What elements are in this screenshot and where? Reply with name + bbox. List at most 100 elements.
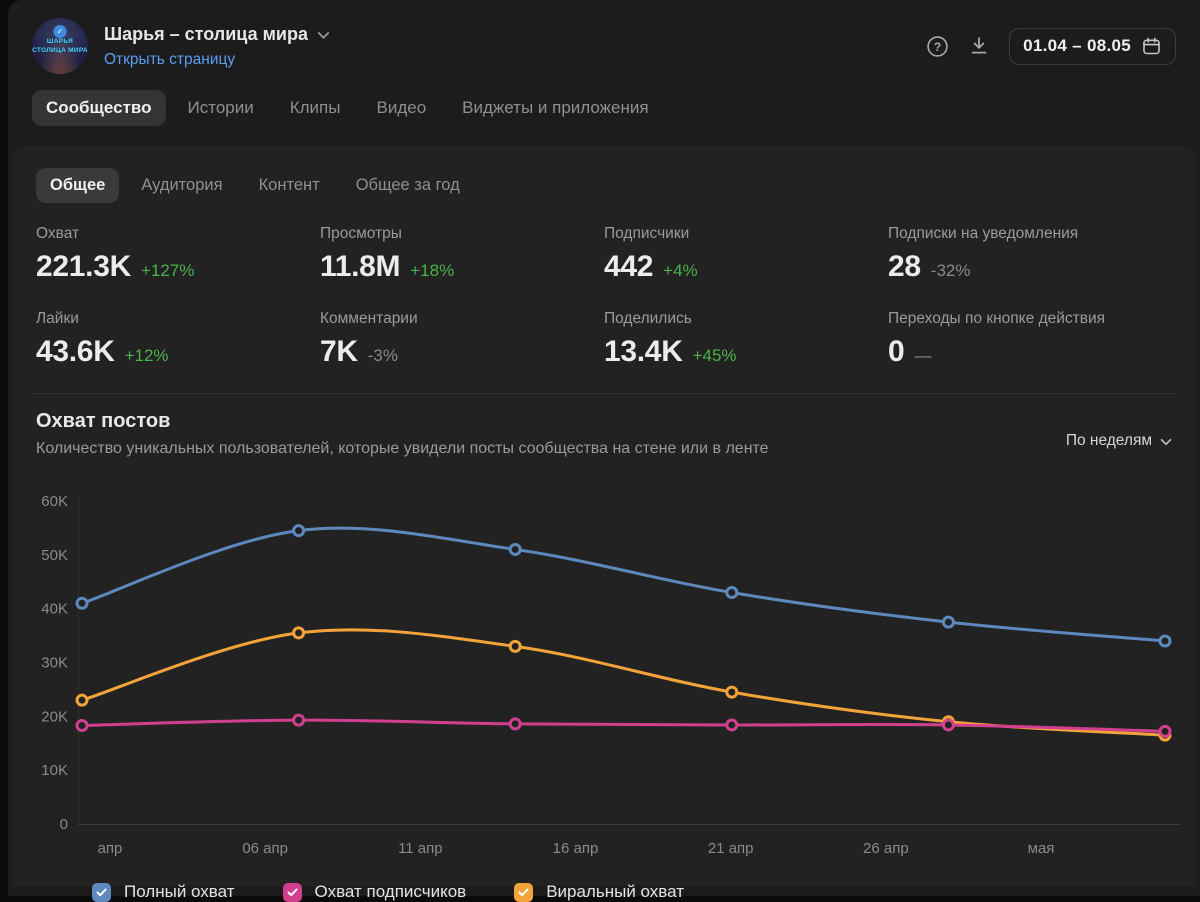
primary-tabs: Сообщество Истории Клипы Видео Виджеты и при… bbox=[8, 90, 1200, 126]
y-tick-label: 60K bbox=[41, 493, 68, 510]
stat-label: Подписчики bbox=[604, 225, 690, 242]
legend-label: Полный охват bbox=[124, 882, 235, 901]
data-point-marker bbox=[941, 615, 955, 629]
x-tick-label: 21 апр bbox=[708, 840, 754, 857]
stat-cell-8: Переходы по кнопке действия 0 — bbox=[888, 310, 1172, 369]
stat-delta: -32% bbox=[930, 261, 971, 280]
chart-title: Охват постов bbox=[36, 410, 171, 432]
tab-primary-5[interactable]: Виджеты и приложения bbox=[448, 90, 662, 126]
chevron-down-icon bbox=[1160, 438, 1172, 446]
series-line-1 bbox=[80, 526, 1167, 643]
stat-label: Просмотры bbox=[320, 225, 402, 242]
stat-value: 43.6K bbox=[36, 335, 115, 368]
legend-checkbox-icon[interactable] bbox=[282, 882, 302, 902]
stat-value: 0 bbox=[888, 335, 905, 368]
legend-item-3[interactable]: Виральный охват bbox=[514, 882, 684, 902]
data-point-marker bbox=[725, 718, 739, 732]
x-tick-label: мая bbox=[1028, 840, 1055, 857]
y-tick-label: 20K bbox=[41, 708, 68, 725]
tab-primary-2[interactable]: Истории bbox=[174, 90, 268, 126]
community-name: Шарья – столица мира bbox=[104, 23, 308, 44]
stat-cell-2: Просмотры 11.8M +18% bbox=[320, 225, 604, 284]
stat-delta: +4% bbox=[663, 261, 698, 280]
stats-card: Общее Аудитория Контент Общее за год Охват 2… bbox=[12, 146, 1196, 902]
chart-canvas: 0 10K 20K 30K 40K 50K 60K апр 06 апр 11 апр 16 апр… bbox=[41, 493, 1180, 857]
tab-secondary-3[interactable]: Контент bbox=[245, 168, 334, 203]
tab-primary-1[interactable]: Сообщество bbox=[32, 90, 166, 126]
stat-value: 7K bbox=[320, 335, 358, 368]
tab-secondary-1[interactable]: Общее bbox=[36, 168, 120, 203]
download-button[interactable] bbox=[968, 35, 990, 57]
data-point-marker bbox=[508, 717, 522, 731]
stat-label: Поделились bbox=[604, 310, 692, 327]
legend-item-2[interactable]: Охват подписчиков bbox=[282, 882, 467, 902]
data-point-marker bbox=[725, 685, 739, 699]
stat-delta: +127% bbox=[140, 261, 195, 280]
series-line-2 bbox=[80, 718, 1167, 733]
stat-label: Охват bbox=[36, 225, 80, 242]
date-range-picker[interactable]: 01.04 – 08.05 bbox=[1009, 27, 1176, 65]
stat-delta: +18% bbox=[410, 261, 455, 280]
data-point-marker bbox=[75, 596, 89, 610]
y-tick-label: 50K bbox=[41, 547, 68, 564]
data-point-marker bbox=[1158, 634, 1172, 648]
legend-label: Виральный охват bbox=[546, 882, 685, 901]
data-point-marker bbox=[508, 542, 522, 556]
reach-line-chart: 0 10K 20K 30K 40K 50K 60K апр 06 апр 11 апр 16 апр… bbox=[12, 484, 1196, 864]
stat-value: 11.8M bbox=[320, 250, 401, 283]
stat-cell-6: Комментарии 7K -3% bbox=[320, 310, 604, 369]
summary-stats: Охват 221.3K +127% Просмотры 11.8M +18% Подпис… bbox=[12, 225, 1196, 369]
svg-text:?: ? bbox=[934, 39, 941, 53]
chart-header: Охват постов Количество уникальных польз… bbox=[12, 394, 1196, 458]
avatar-text: СТОЛИЦА МИРА bbox=[32, 47, 88, 54]
stat-delta: — bbox=[914, 346, 932, 365]
stat-cell-7: Поделились 13.4K +45% bbox=[604, 310, 888, 369]
y-tick-label: 10K bbox=[41, 762, 68, 779]
data-point-marker bbox=[941, 718, 955, 732]
stat-value: 28 bbox=[888, 250, 921, 283]
legend-checkbox-icon[interactable] bbox=[92, 882, 111, 902]
stat-cell-4: Подписки на уведомления 28 -32% bbox=[888, 225, 1172, 284]
x-tick-label: 16 апр bbox=[553, 840, 599, 857]
tab-primary-3[interactable]: Клипы bbox=[276, 90, 355, 126]
legend-label: Охват подписчиков bbox=[314, 882, 467, 901]
stat-cell-5: Лайки 43.6K +12% bbox=[36, 310, 320, 369]
community-selector[interactable]: Шарья – столица мира bbox=[104, 24, 926, 45]
data-point-marker bbox=[508, 639, 522, 653]
header-actions: ? 01.04 – 08.05 bbox=[926, 27, 1176, 65]
date-range-value: 01.04 – 08.05 bbox=[1023, 36, 1131, 55]
secondary-tabs: Общее Аудитория Контент Общее за год bbox=[12, 146, 1196, 203]
verified-badge-icon: ✓ bbox=[53, 25, 67, 38]
data-point-marker bbox=[292, 524, 306, 538]
stat-value: 13.4K bbox=[604, 335, 683, 368]
stat-label: Комментарии bbox=[320, 310, 418, 327]
tab-secondary-2[interactable]: Аудитория bbox=[127, 168, 236, 203]
x-tick-label: 06 апр bbox=[242, 840, 288, 857]
community-avatar[interactable]: ✓ ШАРЬЯ СТОЛИЦА МИРА bbox=[32, 18, 88, 74]
page-header: ✓ ШАРЬЯ СТОЛИЦА МИРА Шарья – столица мир… bbox=[8, 0, 1200, 74]
download-icon bbox=[968, 35, 990, 57]
y-tick-label: 40K bbox=[41, 601, 68, 618]
data-point-marker bbox=[292, 713, 306, 727]
y-tick-label: 30K bbox=[41, 655, 68, 672]
stat-cell-3: Подписчики 442 +4% bbox=[604, 225, 888, 284]
chart-header-text: Охват постов Количество уникальных польз… bbox=[36, 410, 769, 458]
tab-secondary-4[interactable]: Общее за год bbox=[342, 168, 474, 203]
data-point-marker bbox=[1158, 724, 1172, 738]
x-tick-label: 26 апр bbox=[863, 840, 909, 857]
community-stats-page: ✓ ШАРЬЯ СТОЛИЦА МИРА Шарья – столица мир… bbox=[8, 0, 1200, 902]
data-point-marker bbox=[75, 718, 89, 732]
stat-value: 221.3K bbox=[36, 250, 131, 283]
help-button[interactable]: ? bbox=[926, 35, 949, 58]
legend-item-1[interactable]: Полный охват bbox=[92, 882, 235, 902]
stat-value: 442 bbox=[604, 250, 654, 283]
legend-checkbox-icon[interactable] bbox=[514, 882, 534, 902]
y-tick-label: 0 bbox=[60, 816, 68, 833]
chart-legend: Полный охват Охват подписчиков Виральный о… bbox=[12, 882, 1196, 902]
open-page-link[interactable]: Открыть страницу bbox=[104, 51, 235, 69]
stat-label: Переходы по кнопке действия bbox=[888, 310, 1106, 327]
data-point-marker bbox=[725, 586, 739, 600]
granularity-select[interactable]: По неделям bbox=[1066, 418, 1172, 450]
stat-delta: +45% bbox=[692, 346, 737, 365]
tab-primary-4[interactable]: Видео bbox=[362, 90, 440, 126]
